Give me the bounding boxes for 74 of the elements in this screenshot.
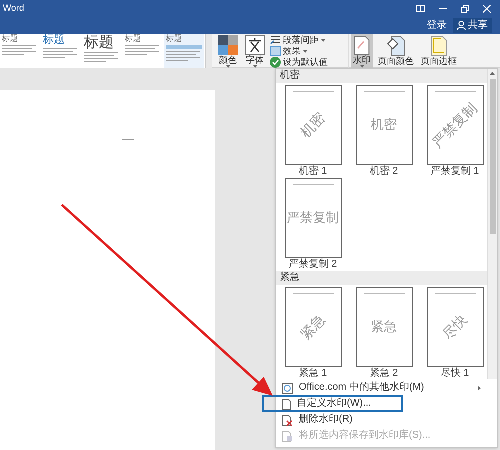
style-option[interactable]: 标题: [164, 34, 204, 68]
watermark-text: 严禁复制: [287, 209, 339, 228]
style-heading: 标题: [43, 35, 66, 46]
scrollbar[interactable]: [487, 69, 497, 379]
window-title: Word: [3, 2, 24, 15]
person-icon: [457, 21, 466, 30]
watermark-text: 紧急: [371, 318, 397, 336]
menu-item[interactable]: 自定义水印(W)...: [276, 396, 487, 412]
ribbon-button[interactable]: 页面颜色: [376, 34, 416, 68]
text-lines-icon: [2, 45, 36, 55]
watermark-label: 紧急 1: [298, 368, 328, 380]
style-heading: 标题: [84, 35, 115, 50]
header-line: [292, 184, 334, 185]
text-lines-icon: [43, 48, 77, 58]
style-heading: 标题: [125, 35, 142, 43]
scroll-thumb[interactable]: [490, 79, 496, 234]
ribbon-button[interactable]: 颜色: [216, 34, 240, 68]
text-lines-icon: [84, 52, 118, 62]
style-heading: 标题: [166, 35, 183, 43]
section-header: 紧急: [276, 271, 487, 285]
effects-icon: [270, 46, 281, 56]
highlight-bar: [166, 45, 202, 49]
watermark-label: 尽快 1: [440, 368, 470, 380]
menu-item[interactable]: 删除水印(R): [276, 412, 487, 428]
page-delete-icon: [282, 414, 293, 426]
ribbon-button[interactable]: 设为默认值: [270, 57, 328, 67]
style-option[interactable]: 标题: [123, 34, 163, 68]
restore-icon[interactable]: [461, 4, 469, 12]
ribbon-button[interactable]: 段落间距: [270, 35, 328, 45]
header-line: [434, 293, 476, 294]
header-line: [434, 91, 476, 92]
minimize-icon[interactable]: [439, 8, 447, 10]
watermark-page-icon: [354, 36, 370, 56]
ribbon-button[interactable]: 水印: [351, 34, 373, 68]
ribbon-button[interactable]: 字体: [243, 34, 267, 68]
watermark-text: 机密: [371, 116, 397, 134]
caret-icon: [226, 65, 230, 68]
watermark-text: 严禁复制: [428, 98, 482, 152]
style-option[interactable]: 标题: [82, 34, 122, 68]
caret-icon: [252, 65, 258, 68]
watermark-label: 机密 2: [370, 166, 398, 178]
ribbon-button[interactable]: 页面边框: [419, 34, 459, 68]
page-save-icon: [282, 430, 293, 442]
text-lines-icon: [125, 45, 159, 55]
watermark-label: 严禁复制 1: [430, 166, 480, 178]
margin-corner-icon: [122, 128, 134, 140]
sign-in-link[interactable]: 登录: [427, 20, 447, 30]
scroll-up-icon[interactable]: [490, 72, 495, 75]
text-lines-icon: [166, 51, 200, 61]
watermark-label: 机密 1: [298, 166, 328, 178]
header-line: [364, 293, 404, 294]
header-line: [292, 293, 334, 294]
watermark-label: 紧急 2: [370, 368, 398, 380]
style-option[interactable]: 标题: [41, 34, 81, 68]
ribbon-button[interactable]: 效果: [270, 46, 328, 56]
page-icon: [282, 398, 291, 410]
close-icon[interactable]: [483, 4, 491, 12]
menu-item[interactable]: Office.com 中的其他水印(M): [276, 380, 487, 396]
page-border-icon: [431, 36, 447, 56]
section-header: 机密: [276, 69, 487, 83]
share-button[interactable]: 共享: [453, 18, 492, 33]
watermark-label: 严禁复制 2: [288, 259, 338, 271]
watermark-text: 尽快: [438, 310, 472, 344]
ribbon-display-icon[interactable]: [416, 5, 425, 12]
globe-page-icon: [282, 382, 293, 394]
watermark-text: 机密: [296, 108, 330, 142]
header-line: [292, 91, 334, 92]
watermark-text: 紧急: [296, 310, 330, 344]
style-heading: 标题: [2, 35, 19, 43]
gallery-scrollbar[interactable]: [205, 34, 212, 68]
paragraph-spacing-icon: [270, 35, 281, 45]
header-line: [364, 91, 404, 92]
style-option[interactable]: 标题: [0, 34, 40, 68]
color-swatch-icon: [218, 35, 238, 55]
